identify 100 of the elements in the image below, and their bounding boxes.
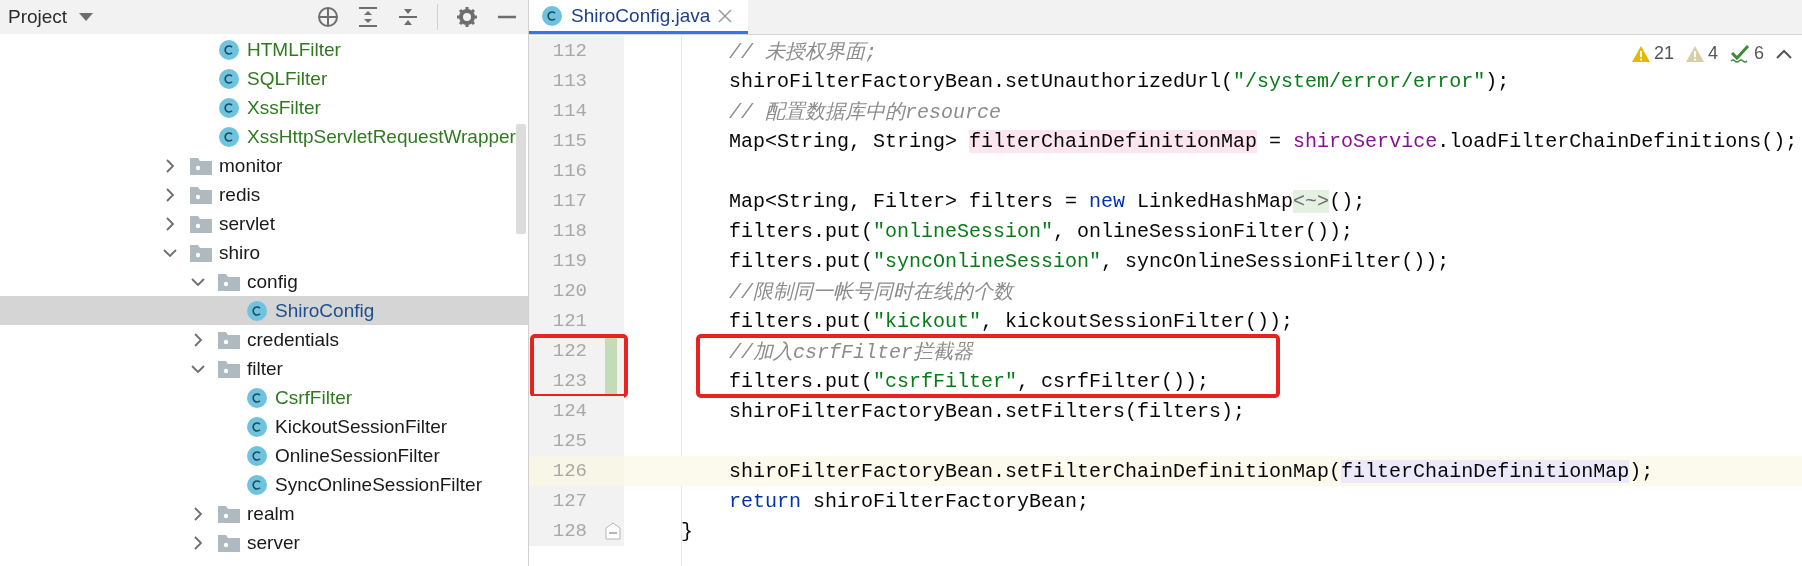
- tree-item[interactable]: credentials: [0, 325, 528, 354]
- class-icon: [218, 67, 240, 90]
- code-text: , syncOnlineSessionFilter());: [1101, 249, 1450, 273]
- line-number: 112: [551, 40, 587, 62]
- code-text: , onlineSessionFilter());: [1053, 219, 1354, 243]
- chevron-icon[interactable]: [163, 187, 177, 202]
- code-text: shiroFilterFactoryBean;: [812, 489, 1090, 513]
- tree-item[interactable]: KickoutSessionFilter: [0, 412, 528, 441]
- chevron-up-icon[interactable]: [1776, 48, 1792, 59]
- line-number: 120: [551, 280, 587, 302]
- class-icon: [246, 299, 268, 322]
- highlighted-variable: filterChainDefinitionMap: [969, 129, 1258, 153]
- tree-item[interactable]: realm: [0, 499, 528, 528]
- tree-label: servlet: [219, 212, 275, 235]
- code-text: filters.put(: [729, 249, 874, 273]
- code-comment: // 配置数据库中的resource: [729, 100, 1002, 124]
- string-literal: "/system/error/error": [1233, 69, 1486, 93]
- diamond-operator: <~>: [1293, 189, 1330, 213]
- collapse-all-icon[interactable]: [397, 6, 419, 28]
- string-literal: "csrfFilter": [873, 369, 1018, 393]
- highlighted-variable: filterChainDefinitionMap: [1341, 459, 1630, 483]
- code-text: .loadFilterChainDefinitions();: [1437, 129, 1798, 153]
- line-number: 118: [551, 220, 587, 242]
- tree-item[interactable]: config: [0, 267, 528, 296]
- dropdown-caret-icon[interactable]: [79, 13, 94, 21]
- keyword: new: [1089, 189, 1126, 213]
- crosshair-icon[interactable]: [317, 6, 339, 28]
- code-text: Map<String, Filter> filters =: [729, 189, 1079, 213]
- inspection-count: 6: [1754, 43, 1764, 64]
- close-icon[interactable]: [718, 8, 733, 23]
- tree-item[interactable]: SyncOnlineSessionFilter: [0, 470, 528, 499]
- tree-label: realm: [247, 502, 295, 525]
- tree-item[interactable]: OnlineSessionFilter: [0, 441, 528, 470]
- code-text: , kickoutSessionFilter());: [981, 309, 1294, 333]
- tree-item[interactable]: servlet: [0, 209, 528, 238]
- code-text: LinkedHashMap: [1136, 189, 1294, 213]
- tree-item[interactable]: redis: [0, 180, 528, 209]
- scrollbar-thumb[interactable]: [516, 124, 526, 234]
- tree-label: XssFilter: [247, 96, 321, 119]
- code-text: filters.put(: [729, 219, 874, 243]
- tree-item[interactable]: filter: [0, 354, 528, 383]
- tree-item[interactable]: XssHttpServletRequestWrapper: [0, 122, 528, 151]
- tree-label: KickoutSessionFilter: [275, 415, 448, 438]
- tree-item[interactable]: shiro: [0, 238, 528, 267]
- expand-all-icon[interactable]: [357, 6, 379, 28]
- folder-icon: [218, 359, 240, 378]
- code-text: shiroFilterFactoryBean.setFilters(filters);: [729, 399, 1246, 423]
- class-icon: [246, 386, 268, 409]
- folder-icon: [190, 214, 212, 233]
- settings-icon[interactable]: [456, 6, 478, 28]
- line-number: 114: [551, 100, 587, 122]
- line-number: 117: [551, 190, 587, 212]
- class-icon: [218, 96, 240, 119]
- tree-item[interactable]: monitor: [0, 151, 528, 180]
- panel-title[interactable]: Project: [8, 6, 68, 28]
- editor-tab[interactable]: ShiroConfig.java: [529, 0, 749, 34]
- folder-icon: [218, 504, 240, 523]
- tree-label: CsrfFilter: [275, 386, 353, 409]
- class-icon: [246, 444, 268, 467]
- tree-label: HTMLFilter: [247, 38, 341, 61]
- chevron-icon[interactable]: [191, 535, 205, 550]
- class-icon: [541, 4, 563, 27]
- code-comment: //限制同一帐号同时在线的个数: [729, 280, 1013, 304]
- class-icon: [246, 415, 268, 438]
- tree-item[interactable]: CsrfFilter: [0, 383, 528, 412]
- code-text: filters.put(: [729, 369, 874, 393]
- line-number: 127: [551, 490, 587, 512]
- tree-label: filter: [247, 357, 283, 380]
- string-literal: "onlineSession": [873, 219, 1054, 243]
- tree-item[interactable]: SQLFilter: [0, 64, 528, 93]
- class-icon: [218, 125, 240, 148]
- line-number: 121: [551, 310, 587, 332]
- line-number: 126: [551, 460, 587, 482]
- tree-label: XssHttpServletRequestWrapper: [247, 125, 516, 148]
- check-icon[interactable]: [1730, 44, 1750, 63]
- chevron-icon[interactable]: [163, 158, 177, 173]
- code-text: shiroFilterFactoryBean.setUnauthorizedUrl(: [729, 69, 1234, 93]
- tree-label: SQLFilter: [247, 67, 328, 90]
- inspection-count: 4: [1707, 43, 1718, 64]
- tree-item[interactable]: XssFilter: [0, 93, 528, 122]
- chevron-icon[interactable]: [163, 216, 177, 231]
- folder-icon: [218, 533, 240, 552]
- folder-icon: [190, 185, 212, 204]
- code-text: Map<String, String>: [729, 129, 959, 153]
- folder-icon: [218, 330, 240, 349]
- line-number: 116: [551, 160, 587, 182]
- tree-label: ShiroConfig: [275, 299, 375, 322]
- tree-label: config: [247, 270, 298, 293]
- code-text: );: [1485, 69, 1510, 93]
- tree-item[interactable]: server: [0, 528, 528, 557]
- tree-item[interactable]: HTMLFilter: [0, 35, 528, 64]
- keyword: return: [729, 489, 801, 513]
- chevron-icon[interactable]: [191, 506, 205, 521]
- tree-item[interactable]: ShiroConfig: [0, 296, 528, 325]
- code-text: , csrfFilter());: [1017, 369, 1210, 393]
- tree-label: credentials: [247, 328, 339, 351]
- string-literal: "syncOnlineSession": [873, 249, 1102, 273]
- line-number: 125: [551, 430, 587, 452]
- chevron-icon[interactable]: [191, 332, 205, 347]
- class-icon: [218, 38, 240, 61]
